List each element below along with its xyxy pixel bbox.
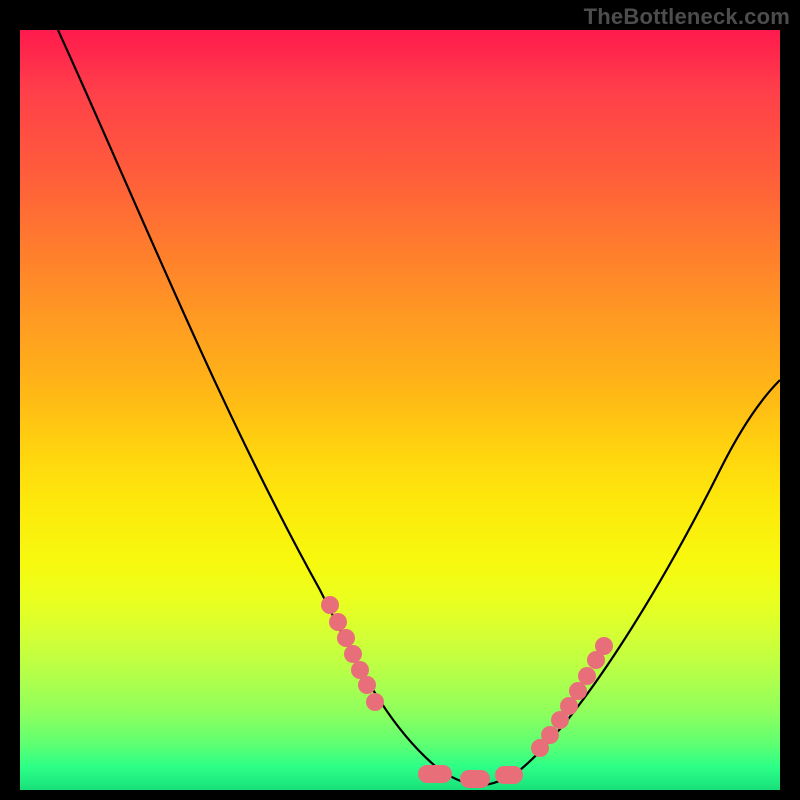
chart-frame: TheBottleneck.com — [0, 0, 800, 800]
plot-area — [20, 30, 780, 790]
marker-dot — [329, 613, 347, 631]
marker-dot — [560, 697, 578, 715]
marker-dot — [578, 667, 596, 685]
marker-dot — [366, 693, 384, 711]
marker-dot — [541, 726, 559, 744]
marker-pill — [418, 765, 452, 783]
curve-layer — [20, 30, 780, 790]
bottleneck-curve — [58, 30, 780, 785]
marker-dot — [321, 596, 339, 614]
marker-dot — [569, 682, 587, 700]
marker-dot — [337, 629, 355, 647]
marker-group — [321, 596, 613, 788]
marker-pill — [495, 766, 523, 784]
marker-dot — [344, 645, 362, 663]
marker-pill — [460, 770, 490, 788]
watermark-text: TheBottleneck.com — [584, 4, 790, 30]
marker-dot — [595, 637, 613, 655]
marker-dot — [358, 676, 376, 694]
